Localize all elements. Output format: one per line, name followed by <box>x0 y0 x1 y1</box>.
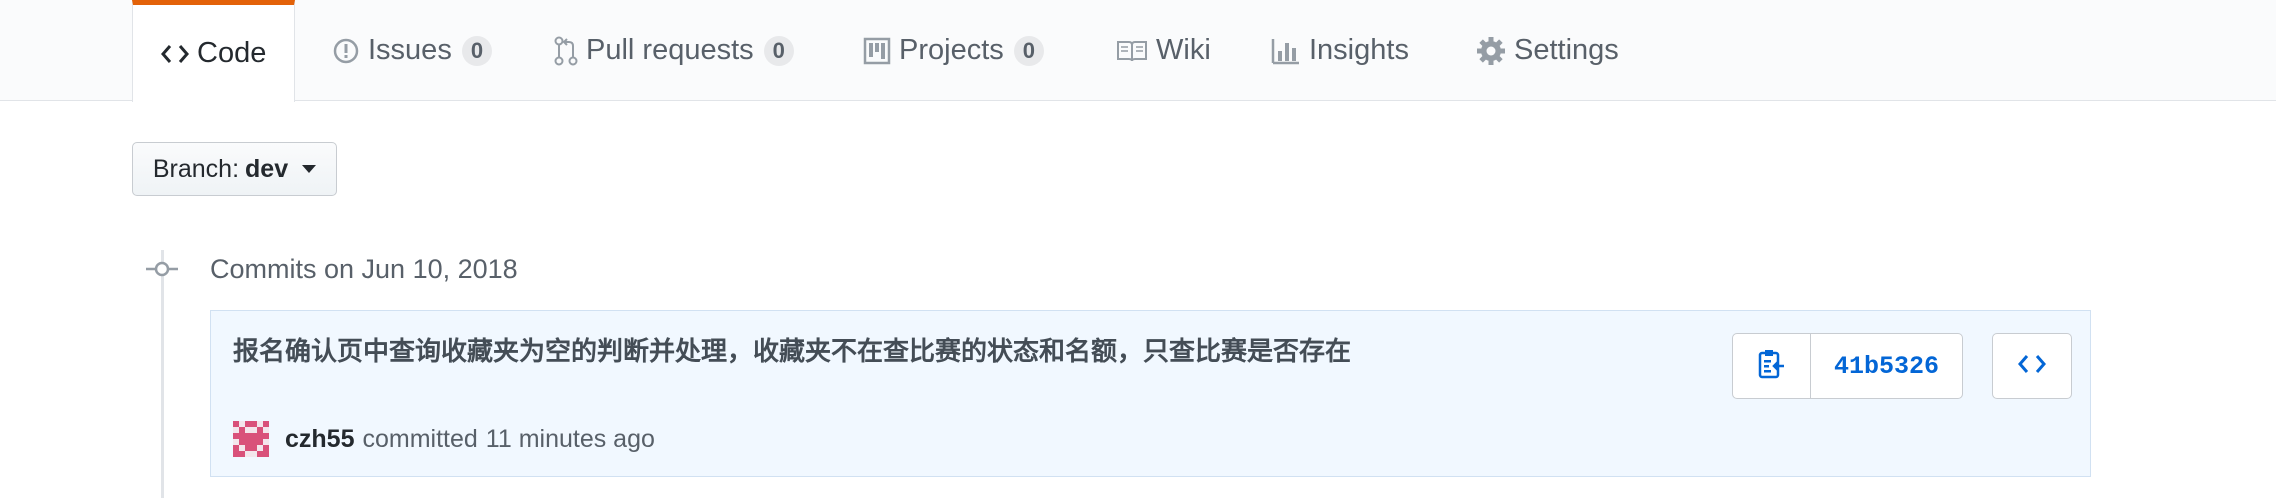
gear-icon <box>1476 36 1506 66</box>
commit-action: committed <box>362 424 478 453</box>
caret-down-icon <box>302 165 317 173</box>
repo-nav: Code Issues 0 Pull requests 0 Projects 0… <box>0 0 2276 102</box>
tab-label: Wiki <box>1156 34 1211 66</box>
tab-label: Issues <box>368 34 452 66</box>
code-icon <box>161 42 189 66</box>
issues-counter: 0 <box>461 35 493 66</box>
commit-meta: czh55 committed 11 minutes ago <box>233 421 655 457</box>
commits-date-heading: Commits on Jun 10, 2018 <box>210 254 518 284</box>
timeline-line <box>161 250 164 498</box>
commit-time: 11 minutes ago <box>485 424 655 453</box>
tab-label: Insights <box>1309 34 1409 66</box>
commit-item: 报名确认页中查询收藏夹为空的判断并处理，收藏夹不在查比赛的状态和名额，只查比赛是… <box>210 310 2091 477</box>
git-commit-icon <box>146 257 178 281</box>
commit-author-link[interactable]: czh55 <box>285 425 354 454</box>
tab-settings[interactable]: Settings <box>1448 0 1647 101</box>
copy-sha-button[interactable] <box>1733 334 1811 398</box>
tab-label: Code <box>197 37 267 69</box>
book-icon <box>1116 39 1148 63</box>
tab-label: Pull requests <box>586 34 754 66</box>
avatar[interactable] <box>233 421 269 457</box>
branch-prefix: Branch: <box>152 154 240 183</box>
tab-insights[interactable]: Insights <box>1243 0 1437 101</box>
branch-name: dev <box>245 154 289 183</box>
code-icon <box>2017 352 2047 381</box>
commit-message-link[interactable]: 报名确认页中查询收藏夹为空的判断并处理，收藏夹不在查比赛的状态和名额，只查比赛是… <box>233 331 1413 373</box>
branch-select-button[interactable]: Branch: dev <box>132 142 337 196</box>
tab-code[interactable]: Code <box>132 0 296 102</box>
tab-label: Projects <box>899 34 1004 66</box>
tab-wiki[interactable]: Wiki <box>1088 0 1239 101</box>
tab-projects[interactable]: Projects 0 <box>835 0 1072 101</box>
clippy-icon <box>1757 348 1787 385</box>
browse-repo-at-commit-button[interactable] <box>1992 333 2072 399</box>
tab-pull-requests[interactable]: Pull requests 0 <box>526 0 822 101</box>
graph-icon <box>1271 37 1301 65</box>
commit-sha-link[interactable]: 41b5326 <box>1811 334 1962 398</box>
git-pull-request-icon <box>554 36 578 66</box>
issue-opened-icon <box>332 37 360 65</box>
tab-label: Settings <box>1514 34 1619 66</box>
tab-issues[interactable]: Issues 0 <box>304 0 520 101</box>
commit-sha-group: 41b5326 <box>1732 333 1963 399</box>
projects-counter: 0 <box>1013 35 1045 66</box>
pull-requests-counter: 0 <box>763 35 794 66</box>
project-icon <box>863 37 891 65</box>
